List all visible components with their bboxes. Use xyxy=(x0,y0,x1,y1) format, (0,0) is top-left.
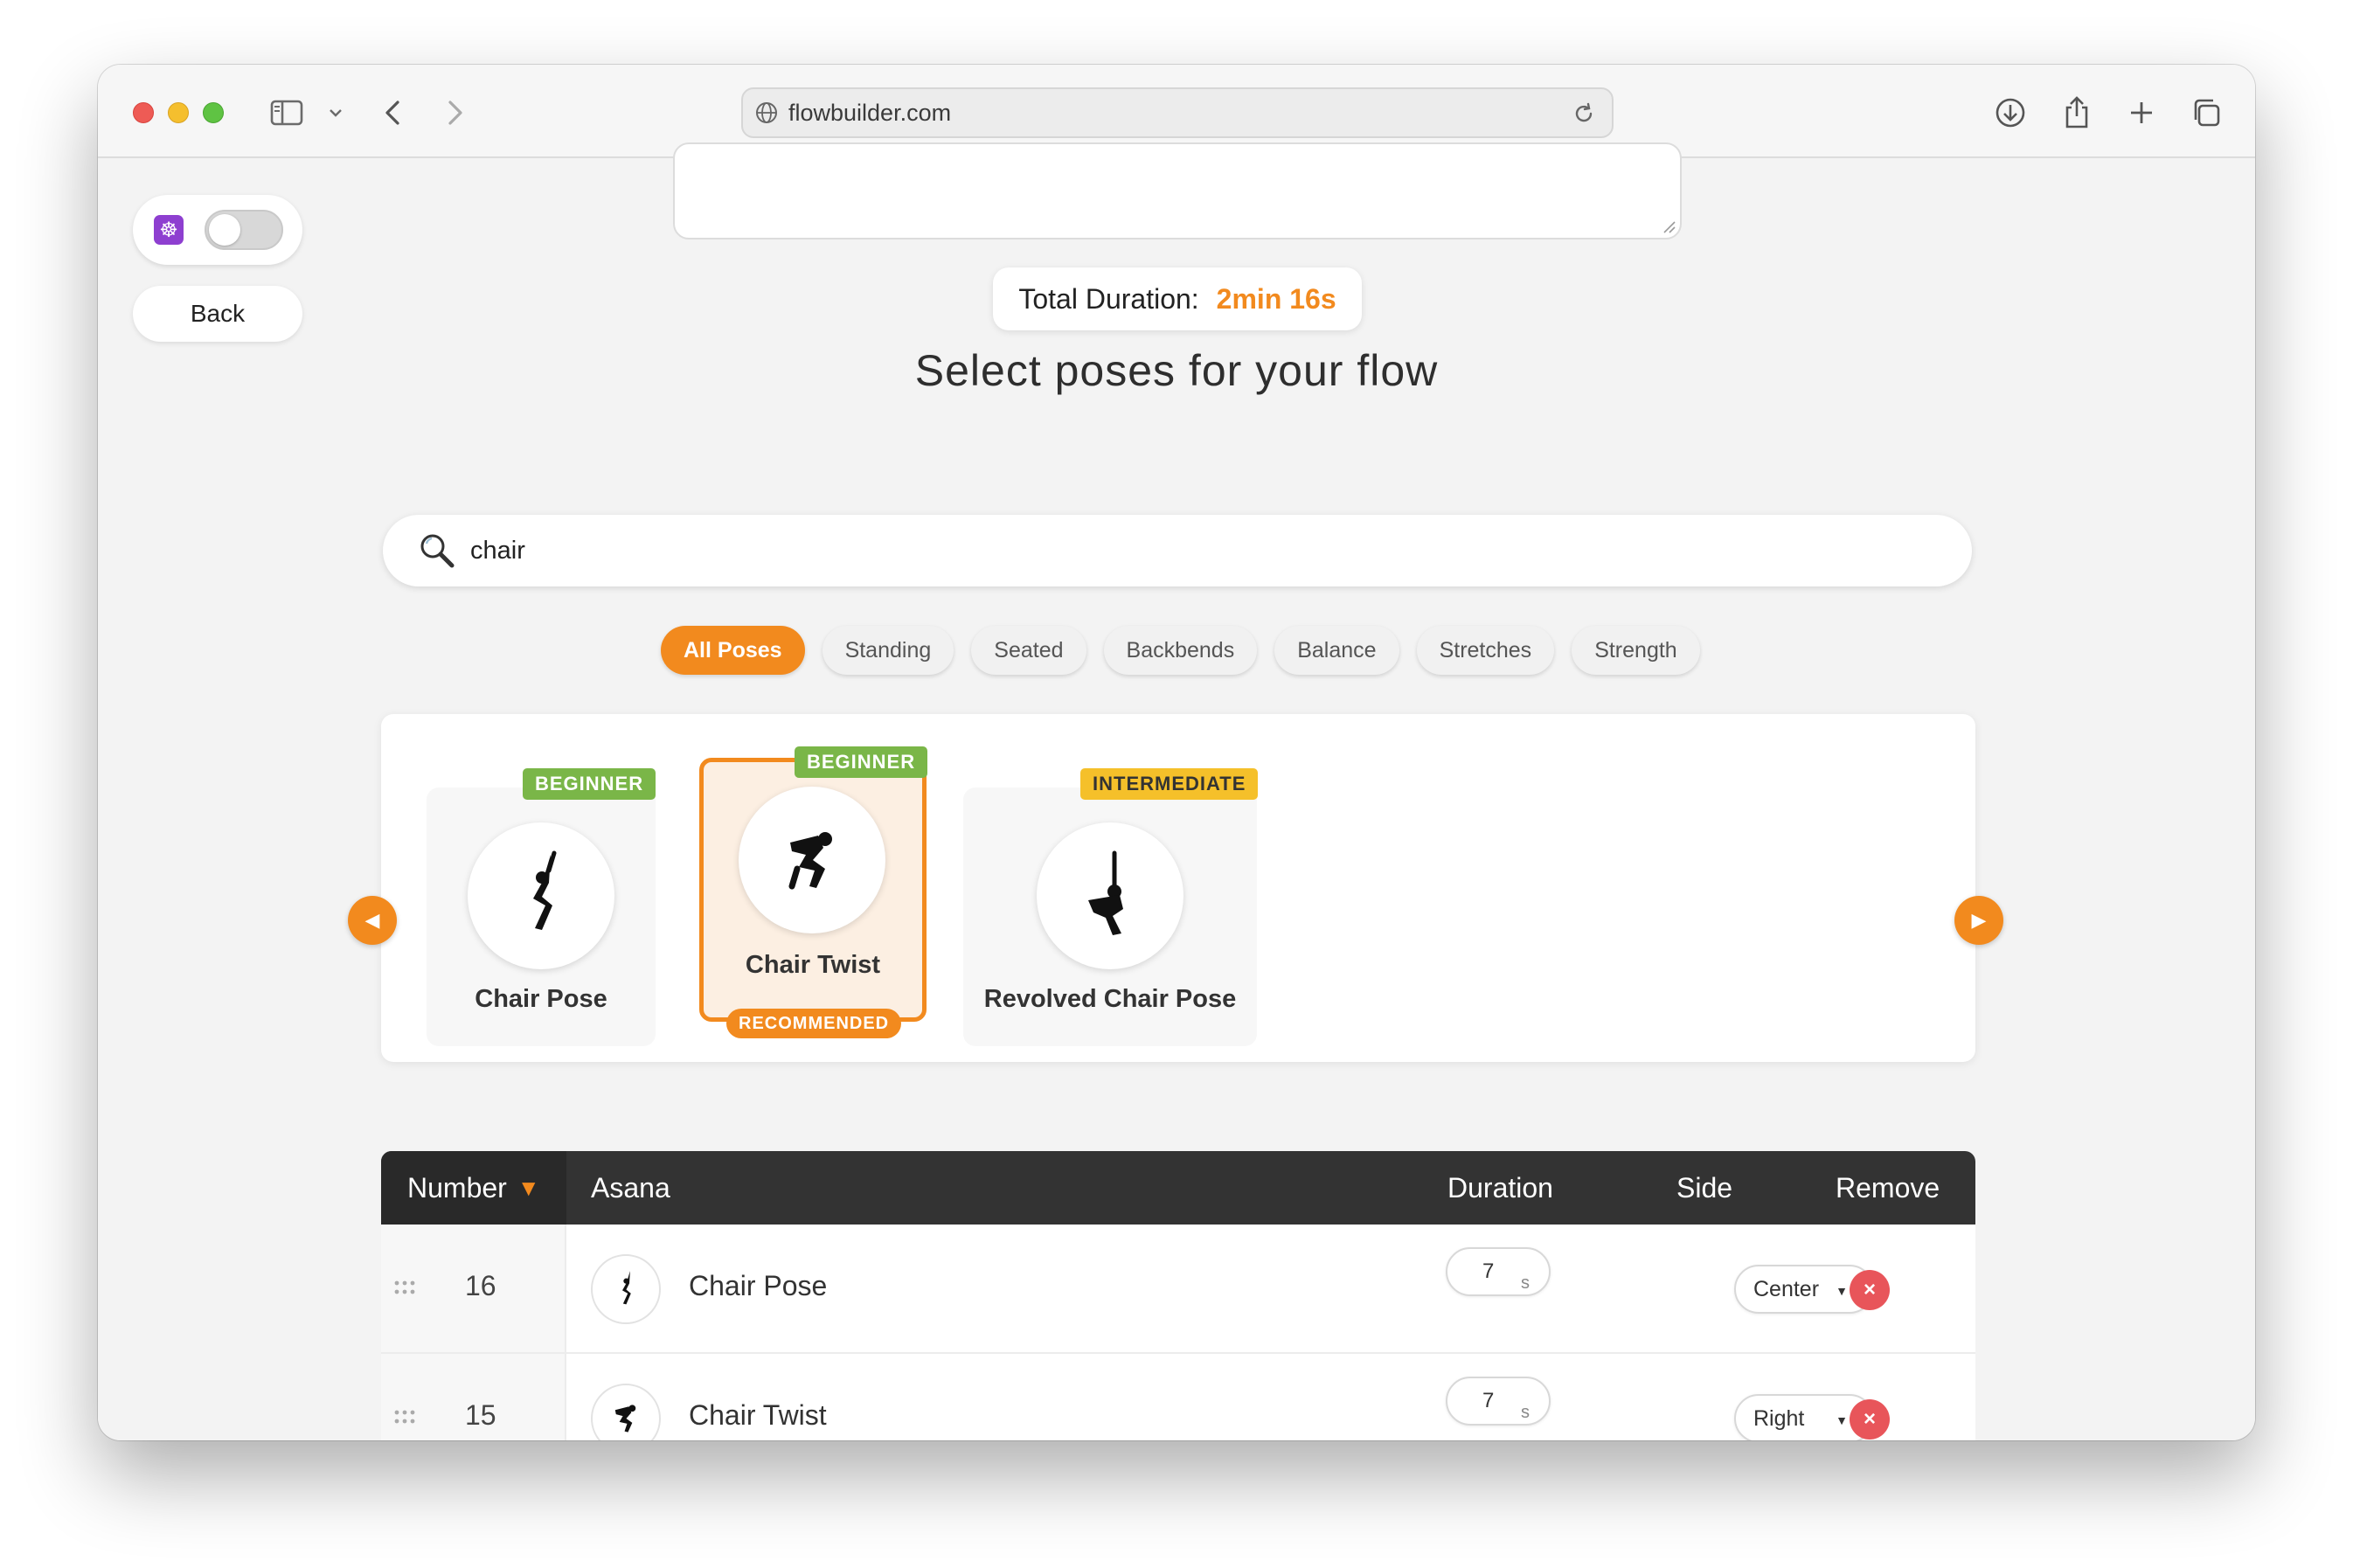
column-header-duration: Duration xyxy=(1447,1171,1553,1204)
new-tab-icon[interactable] xyxy=(2124,96,2159,129)
total-duration-value: 2min 16s xyxy=(1216,282,1336,315)
asana-name: Chair Pose xyxy=(689,1270,828,1301)
om-icon: ☸ xyxy=(154,215,184,245)
total-duration-label: Total Duration: xyxy=(1018,282,1199,315)
pose-carousel: BEGINNER Chair Pose BEGINNER Chair Twist… xyxy=(381,714,1975,1062)
minimize-window-button[interactable] xyxy=(168,102,189,123)
column-header-asana: Asana xyxy=(591,1171,670,1204)
remove-row-button[interactable]: × xyxy=(1850,1270,1890,1310)
duration-value: 7 xyxy=(1482,1259,1495,1283)
pose-search-bar[interactable] xyxy=(383,515,1972,586)
pose-card-chair-twist[interactable]: BEGINNER Chair Twist RECOMMENDED xyxy=(699,746,928,1038)
number-cell: 15 xyxy=(381,1354,566,1440)
mode-toggle-group: ☸ xyxy=(133,195,302,265)
remove-row-button[interactable]: × xyxy=(1850,1399,1890,1440)
recommended-badge: RECOMMENDED xyxy=(726,1009,902,1038)
table-header: Number ▼ Asana Duration Side Remove xyxy=(381,1151,1975,1225)
pose-name: Revolved Chair Pose xyxy=(983,985,1237,1013)
pose-name: Chair Pose xyxy=(475,985,607,1013)
address-bar[interactable]: flowbuilder.com xyxy=(741,87,1614,138)
chair-twist-thumbnail-icon xyxy=(591,1384,661,1440)
filter-stretches[interactable]: Stretches xyxy=(1416,626,1555,675)
filter-seated[interactable]: Seated xyxy=(971,626,1086,675)
table-row: 15 Chair Twist 7 s Right ▼ × xyxy=(381,1354,1975,1440)
difficulty-badge: BEGINNER xyxy=(795,746,928,778)
duration-input[interactable]: 7 s xyxy=(1446,1377,1551,1426)
drag-handle-icon[interactable] xyxy=(393,1279,416,1296)
filter-all-poses[interactable]: All Poses xyxy=(661,626,805,675)
difficulty-badge: INTERMEDIATE xyxy=(1080,768,1259,800)
chair-twist-figure-icon xyxy=(739,787,885,933)
back-button[interactable]: Back xyxy=(133,286,302,342)
duration-input[interactable]: 7 s xyxy=(1446,1247,1551,1296)
search-icon xyxy=(420,534,455,568)
toggle-knob xyxy=(209,214,240,246)
row-number: 15 xyxy=(465,1399,496,1431)
filter-standing[interactable]: Standing xyxy=(822,626,954,675)
column-header-side: Side xyxy=(1676,1171,1733,1204)
table-row: 16 Chair Pose 7 s Center ▼ × xyxy=(381,1225,1975,1354)
column-header-remove: Remove xyxy=(1836,1171,1940,1204)
difficulty-badge: BEGINNER xyxy=(523,768,656,800)
side-selected-value: Right xyxy=(1753,1405,1805,1431)
number-header-label: Number xyxy=(407,1171,507,1204)
pose-card-chair-pose[interactable]: BEGINNER Chair Pose xyxy=(427,768,656,1046)
flow-notes-textarea[interactable] xyxy=(673,142,1682,239)
page-content: ☸ Back Total Duration: 2min 16s Select p… xyxy=(98,142,2255,1440)
duration-unit: s xyxy=(1521,1273,1530,1293)
flow-table: Number ▼ Asana Duration Side Remove 16 C… xyxy=(381,1151,1975,1440)
number-cell: 16 xyxy=(381,1225,566,1352)
pose-card-revolved-chair-pose[interactable]: INTERMEDIATE Revolved Chair Pose xyxy=(963,768,1259,1046)
mode-toggle-switch[interactable] xyxy=(205,210,283,250)
sidebar-toggle-icon[interactable] xyxy=(267,96,306,129)
revolved-chair-figure-icon xyxy=(1037,822,1183,969)
browser-window: flowbuilder.com ☸ Back Total Duration: 2… xyxy=(98,65,2255,1440)
category-filters: All Poses Standing Seated Backbends Bala… xyxy=(661,626,1700,675)
download-icon[interactable] xyxy=(1993,96,2028,129)
duration-value: 7 xyxy=(1482,1389,1495,1412)
sort-desc-icon[interactable]: ▼ xyxy=(517,1175,540,1202)
forward-arrow-icon[interactable] xyxy=(442,96,469,129)
resize-grip-icon[interactable] xyxy=(1661,219,1676,234)
filter-balance[interactable]: Balance xyxy=(1274,626,1399,675)
total-duration-pill: Total Duration: 2min 16s xyxy=(993,267,1362,330)
page-title: Select poses for your flow xyxy=(914,346,1439,395)
url-text: flowbuilder.com xyxy=(788,99,952,126)
zoom-window-button[interactable] xyxy=(203,102,224,123)
close-window-button[interactable] xyxy=(133,102,154,123)
filter-strength[interactable]: Strength xyxy=(1572,626,1700,675)
asana-name: Chair Twist xyxy=(689,1399,827,1431)
search-input[interactable] xyxy=(470,536,1869,565)
duration-unit: s xyxy=(1521,1403,1530,1422)
side-selected-value: Center xyxy=(1753,1276,1820,1301)
chevron-down-icon[interactable] xyxy=(325,96,346,129)
drag-handle-icon[interactable] xyxy=(393,1408,416,1426)
chair-pose-thumbnail-icon xyxy=(591,1254,661,1324)
chair-pose-figure-icon xyxy=(468,822,614,969)
row-number: 16 xyxy=(465,1270,496,1301)
back-arrow-icon[interactable] xyxy=(379,96,406,129)
tab-overview-icon[interactable] xyxy=(2189,96,2224,129)
pose-name: Chair Twist xyxy=(745,951,881,979)
caret-down-icon: ▼ xyxy=(1836,1284,1848,1298)
carousel-prev-button[interactable]: ◀ xyxy=(348,896,397,945)
filter-backbends[interactable]: Backbends xyxy=(1103,626,1258,675)
column-header-number[interactable]: Number ▼ xyxy=(381,1151,566,1225)
globe-icon xyxy=(756,102,777,123)
reload-icon[interactable] xyxy=(1572,101,1596,126)
caret-down-icon: ▼ xyxy=(1836,1413,1848,1427)
carousel-next-button[interactable]: ▶ xyxy=(1954,896,2003,945)
share-icon[interactable] xyxy=(2059,96,2094,129)
